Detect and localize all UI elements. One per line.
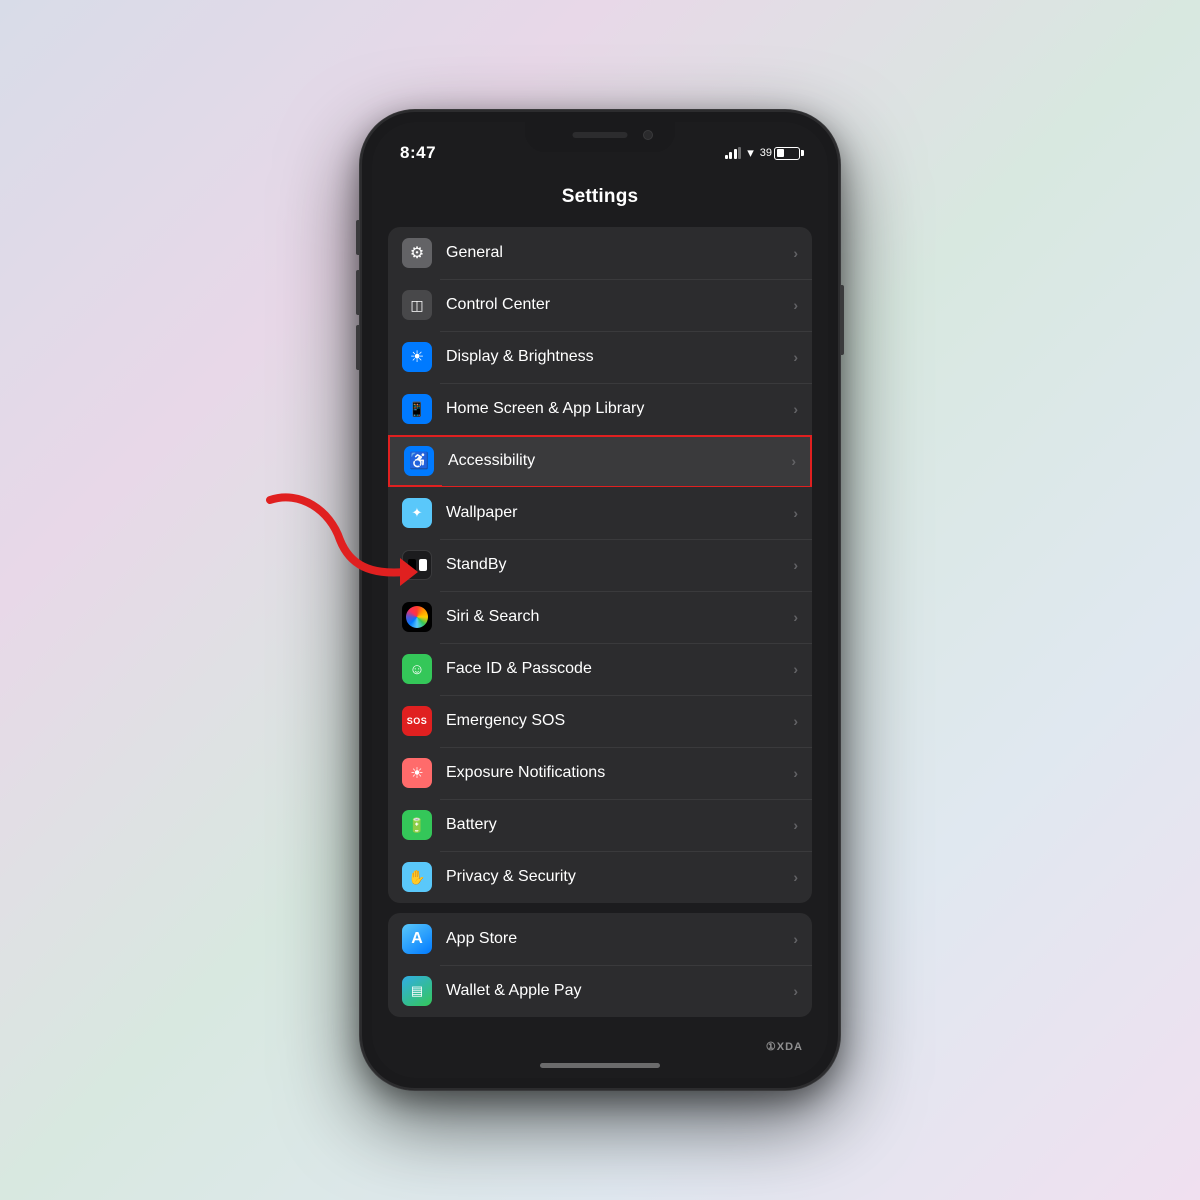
settings-row-control-center[interactable]: ◫ Control Center ›	[388, 279, 812, 331]
general-label: General	[446, 244, 793, 262]
settings-row-battery[interactable]: 🔋 Battery ›	[388, 799, 812, 851]
battery-fill	[777, 149, 784, 157]
home-screen-label: Home Screen & App Library	[446, 400, 793, 418]
accessibility-label: Accessibility	[448, 452, 791, 470]
control-center-label: Control Center	[446, 296, 793, 314]
arrow-annotation	[240, 480, 440, 600]
display-chevron: ›	[793, 349, 798, 365]
battery-icon: 🔋	[402, 810, 432, 840]
wallet-chevron: ›	[793, 983, 798, 999]
settings-group-1: ⚙ General › ◫ Control Center ›	[388, 227, 812, 903]
home-indicator	[540, 1063, 660, 1068]
camera	[643, 130, 653, 140]
status-time: 8:47	[400, 143, 436, 163]
faceid-icon: ☺	[402, 654, 432, 684]
appstore-chevron: ›	[793, 931, 798, 947]
notch	[525, 122, 675, 152]
wallet-label: Wallet & Apple Pay	[446, 982, 793, 1000]
settings-row-display[interactable]: ☀ Display & Brightness ›	[388, 331, 812, 383]
general-icon: ⚙	[402, 238, 432, 268]
battery-chevron: ›	[793, 817, 798, 833]
screen: 8:47 ▾ 39	[372, 122, 828, 1078]
signal-bar-2	[729, 152, 732, 159]
wifi-icon: ▾	[747, 145, 754, 161]
scene: 8:47 ▾ 39	[360, 110, 840, 1090]
siri-chevron: ›	[793, 609, 798, 625]
exposure-icon: ☀	[402, 758, 432, 788]
settings-row-privacy[interactable]: ✋ Privacy & Security ›	[388, 851, 812, 903]
privacy-chevron: ›	[793, 869, 798, 885]
power-button[interactable]	[840, 285, 844, 355]
sos-icon: SOS	[402, 706, 432, 736]
display-icon: ☀	[402, 342, 432, 372]
volume-up-button[interactable]	[356, 270, 360, 315]
settings-row-appstore[interactable]: A App Store ›	[388, 913, 812, 965]
battery-indicator: 39	[760, 147, 800, 160]
page-title: Settings	[562, 186, 639, 208]
signal-bar-4	[738, 147, 741, 159]
settings-row-siri[interactable]: Siri & Search ›	[388, 591, 812, 643]
wallet-icon: ▤	[402, 976, 432, 1006]
sos-chevron: ›	[793, 713, 798, 729]
mute-button[interactable]	[356, 220, 360, 255]
settings-header: Settings	[372, 172, 828, 222]
settings-row-accessibility[interactable]: ♿ Accessibility ›	[388, 435, 812, 487]
standby-label: StandBy	[446, 556, 793, 574]
settings-group-2: A App Store › ▤ Wallet & Apple Pay ›	[388, 913, 812, 1017]
settings-row-standby[interactable]: StandBy ›	[388, 539, 812, 591]
accessibility-icon: ♿	[404, 446, 434, 476]
sos-badge: SOS	[403, 714, 432, 728]
settings-list: ⚙ General › ◫ Control Center ›	[388, 227, 812, 1078]
siri-label: Siri & Search	[446, 608, 793, 626]
siri-icon	[402, 602, 432, 632]
exposure-label: Exposure Notifications	[446, 764, 793, 782]
control-center-icon: ◫	[402, 290, 432, 320]
signal-bar-3	[734, 149, 737, 159]
privacy-label: Privacy & Security	[446, 868, 793, 886]
signal-bar-1	[725, 155, 728, 159]
faceid-chevron: ›	[793, 661, 798, 677]
wallpaper-label: Wallpaper	[446, 504, 793, 522]
appstore-icon: A	[402, 924, 432, 954]
control-center-chevron: ›	[793, 297, 798, 313]
xda-watermark: ①XDA	[766, 1040, 803, 1053]
speaker	[573, 132, 628, 138]
faceid-label: Face ID & Passcode	[446, 660, 793, 678]
signal-icon	[725, 147, 742, 159]
phone-shell: 8:47 ▾ 39	[360, 110, 840, 1090]
accessibility-chevron: ›	[791, 453, 796, 469]
exposure-chevron: ›	[793, 765, 798, 781]
standby-chevron: ›	[793, 557, 798, 573]
settings-row-sos[interactable]: SOS Emergency SOS ›	[388, 695, 812, 747]
volume-down-button[interactable]	[356, 325, 360, 370]
settings-row-wallet[interactable]: ▤ Wallet & Apple Pay ›	[388, 965, 812, 1017]
home-screen-icon: 📱	[402, 394, 432, 424]
battery-label: Battery	[446, 816, 793, 834]
wallpaper-chevron: ›	[793, 505, 798, 521]
settings-row-general[interactable]: ⚙ General ›	[388, 227, 812, 279]
general-chevron: ›	[793, 245, 798, 261]
settings-row-exposure[interactable]: ☀ Exposure Notifications ›	[388, 747, 812, 799]
battery-body	[774, 147, 800, 160]
sos-label: Emergency SOS	[446, 712, 793, 730]
settings-row-faceid[interactable]: ☺ Face ID & Passcode ›	[388, 643, 812, 695]
status-icons: ▾ 39	[725, 145, 800, 161]
home-screen-chevron: ›	[793, 401, 798, 417]
appstore-label: App Store	[446, 930, 793, 948]
settings-row-wallpaper[interactable]: ✦ Wallpaper ›	[388, 487, 812, 539]
battery-percent: 39	[760, 147, 772, 159]
privacy-icon: ✋	[402, 862, 432, 892]
display-label: Display & Brightness	[446, 348, 793, 366]
settings-row-home-screen[interactable]: 📱 Home Screen & App Library ›	[388, 383, 812, 435]
